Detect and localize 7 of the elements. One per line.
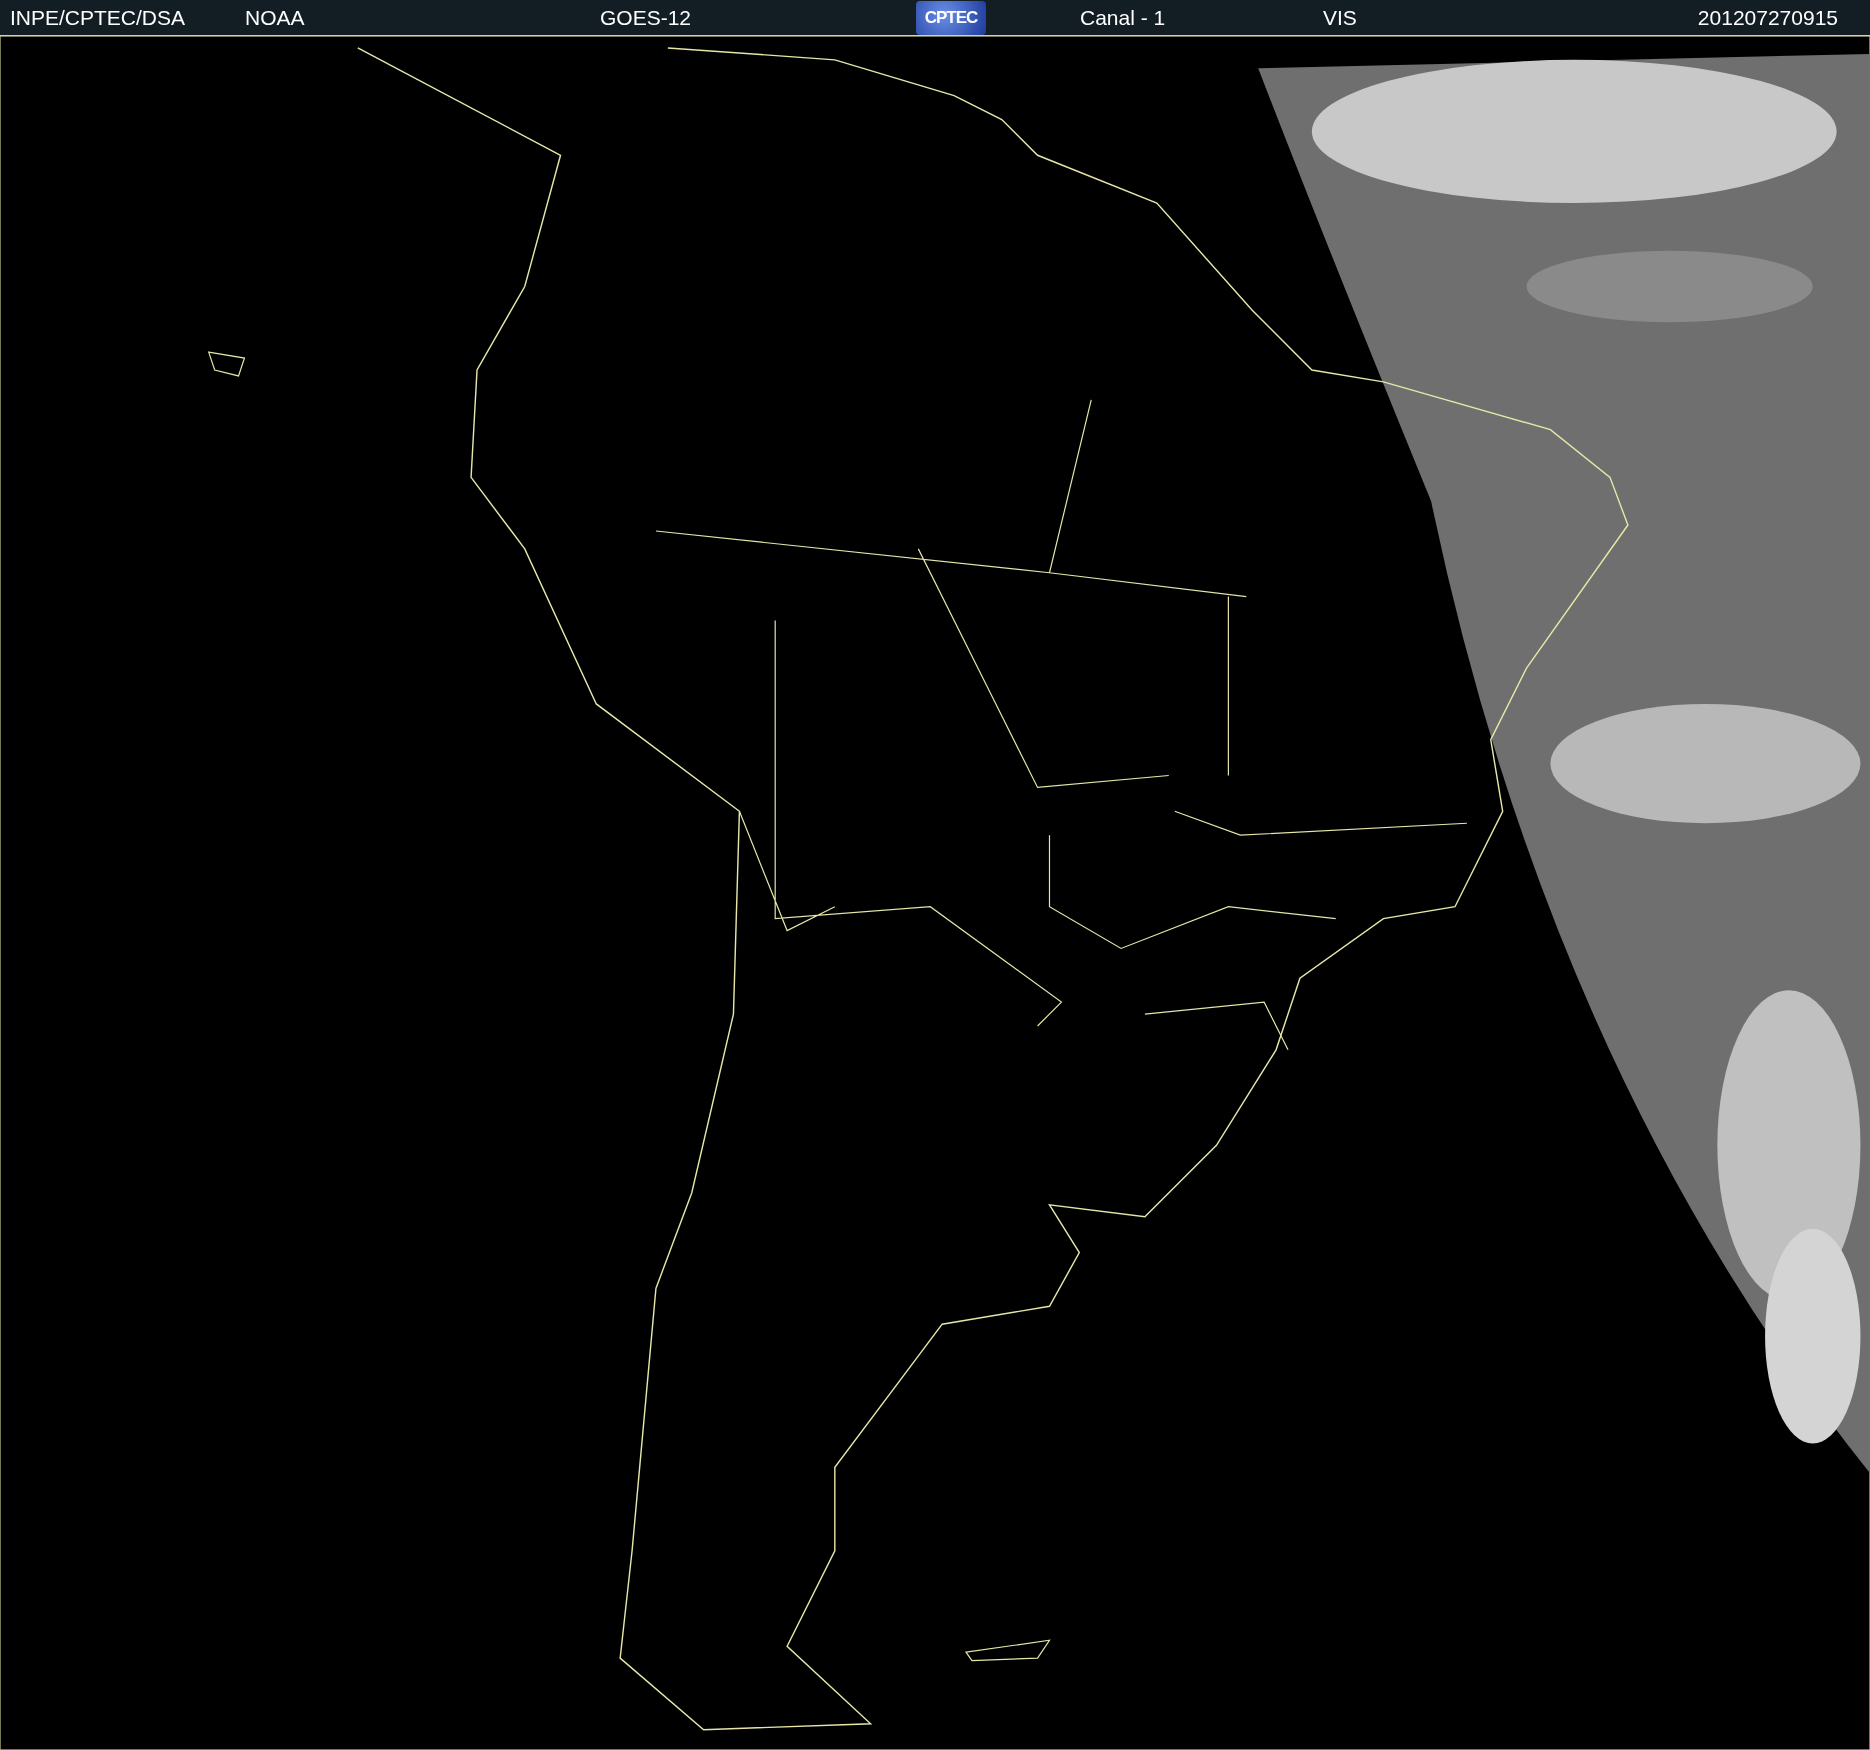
agency-label: NOAA (245, 5, 305, 30)
channel-label: Canal - 1 (1080, 5, 1166, 30)
timestamp-label: 201207270915 (1697, 5, 1838, 30)
satellite-label: GOES-12 (600, 5, 692, 30)
source-label: INPE/CPTEC/DSA (10, 5, 186, 30)
band-label: VIS (1323, 5, 1357, 30)
logo: CPTEC (916, 0, 986, 35)
